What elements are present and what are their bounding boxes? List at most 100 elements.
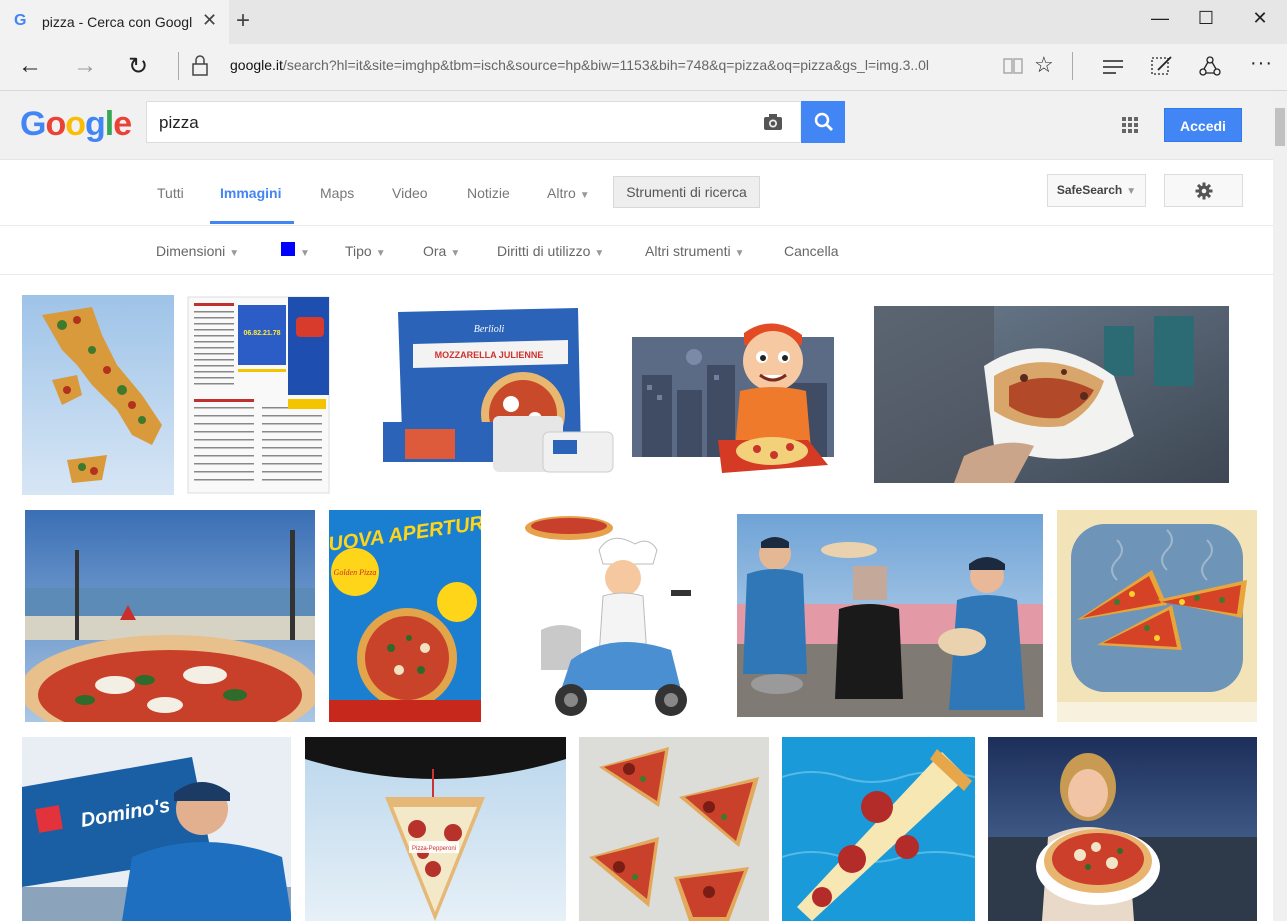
flyer-logo: Golden Pizza: [334, 568, 377, 577]
search-tools-button[interactable]: Strumenti di ricerca: [613, 176, 760, 208]
camera-icon[interactable]: [762, 111, 784, 133]
active-tab-indicator: [210, 221, 294, 224]
filter-altri-strumenti[interactable]: Altri strumenti ▼: [645, 243, 744, 259]
image-result[interactable]: [511, 510, 707, 722]
chevron-down-icon: ▼: [375, 248, 386, 259]
logo-letter: o: [65, 105, 86, 143]
new-tab-icon[interactable]: +: [236, 7, 250, 35]
search-input[interactable]: pizza: [146, 101, 800, 143]
pizza-menu-flyer-image: 06.82.21.78: [186, 295, 331, 495]
filter-diritti[interactable]: Diritti di utilizzo ▼: [497, 243, 604, 259]
pizza-air-freshener-image: Pizza-Pepperoni: [305, 737, 566, 921]
tab-maps[interactable]: Maps: [320, 185, 354, 201]
search-nav: Tutti Immagini Maps Video Notizie Altro ▼…: [0, 159, 1273, 226]
image-result[interactable]: [579, 737, 769, 921]
pizza-slices-photo-image: [579, 737, 769, 921]
google-logo[interactable]: Google: [20, 105, 132, 144]
image-result[interactable]: [782, 737, 975, 921]
url-field[interactable]: google.it/search?hl=it&site=imghp&tbm=is…: [230, 57, 990, 73]
hub-icon[interactable]: [1102, 58, 1124, 76]
pizza-pool-float-image: [782, 737, 975, 921]
back-icon[interactable]: ←: [10, 52, 50, 80]
filter-ora[interactable]: Ora ▼: [423, 243, 460, 259]
logo-letter: G: [20, 105, 46, 143]
search-query: pizza: [159, 113, 199, 132]
share-icon[interactable]: [1198, 54, 1222, 78]
toolbar-divider: [178, 52, 179, 80]
safesearch-dropdown[interactable]: SafeSearch ▼: [1047, 174, 1146, 207]
dominos-employee-photo-image: Domino's: [22, 737, 291, 921]
filter-ora-label: Ora: [423, 243, 447, 259]
flyer-phone-number: 06.82.21.78: [244, 330, 281, 337]
address-bar: ← → ↻ google.it/search?hl=it&site=imghp&…: [0, 44, 1287, 91]
color-filter-swatch[interactable]: [281, 242, 295, 256]
tab-altro-label: Altro: [547, 185, 576, 201]
page-scrollbar[interactable]: [1273, 91, 1287, 921]
forward-icon[interactable]: →: [65, 52, 105, 80]
pizza-slices-illustration-image: [1057, 510, 1257, 722]
logo-letter: l: [104, 105, 115, 143]
pizza-makers-photo-image: [737, 514, 1043, 717]
maximize-icon[interactable]: ☐: [1183, 8, 1229, 29]
more-icon[interactable]: ···: [1250, 52, 1273, 75]
tab-tutti[interactable]: Tutti: [157, 185, 184, 201]
air-freshener-label: Pizza-Pepperoni: [412, 846, 456, 852]
url-path: /search?hl=it&site=imghp&tbm=isch&source…: [282, 57, 930, 73]
google-favicon-icon: G: [14, 12, 27, 29]
minimize-icon[interactable]: —: [1137, 8, 1183, 29]
image-result[interactable]: NUOVA APERTURA Golden Pizza: [329, 510, 481, 722]
reading-view-icon[interactable]: [1002, 56, 1024, 76]
favorite-star-icon[interactable]: ☆: [1034, 52, 1054, 78]
image-result[interactable]: 06.82.21.78: [186, 295, 331, 495]
filter-tipo[interactable]: Tipo ▼: [345, 243, 386, 259]
safesearch-label: SafeSearch: [1056, 183, 1123, 197]
woman-holding-pizza-image: [988, 737, 1257, 921]
image-result[interactable]: Pizza-Pepperoni: [305, 737, 566, 921]
cartoon-delivery-boy-image: [632, 295, 834, 495]
chevron-down-icon: ▼: [300, 248, 310, 259]
image-result[interactable]: [22, 295, 174, 495]
refresh-icon[interactable]: ↻: [118, 52, 158, 81]
tab-immagini[interactable]: Immagini: [220, 185, 281, 201]
apps-grid-icon[interactable]: [1120, 115, 1140, 135]
filter-tipo-label: Tipo: [345, 243, 372, 259]
search-tools-bar: Dimensioni ▼ ▼ Tipo ▼ Ora ▼ Diritti di util…: [0, 226, 1273, 275]
nuova-apertura-flyer-image: NUOVA APERTURA Golden Pizza: [329, 510, 481, 722]
package-brand: Berlioli: [474, 324, 505, 335]
sign-in-button[interactable]: Accedi: [1164, 108, 1242, 142]
search-button[interactable]: [801, 101, 845, 143]
lock-icon: [192, 55, 208, 76]
chevron-down-icon: ▼: [450, 248, 461, 259]
window-close-icon[interactable]: ✕: [1237, 8, 1283, 29]
image-result[interactable]: Domino's: [22, 737, 291, 921]
logo-letter: o: [45, 105, 66, 143]
chevron-down-icon: ▼: [594, 248, 605, 259]
clear-filters-link[interactable]: Cancella: [784, 243, 838, 259]
image-result[interactable]: Berlioli MOZZARELLA JULIENNE: [343, 304, 619, 487]
image-result[interactable]: [737, 514, 1043, 717]
filter-diritti-label: Diritti di utilizzo: [497, 243, 591, 259]
image-result[interactable]: [1057, 510, 1257, 722]
web-note-icon[interactable]: [1150, 54, 1174, 78]
mozzarella-package-image: Berlioli MOZZARELLA JULIENNE: [343, 304, 619, 487]
image-result[interactable]: [632, 295, 834, 495]
color-filter-dropdown[interactable]: ▼: [296, 243, 310, 259]
chevron-down-icon: ▼: [229, 248, 240, 259]
url-host: google.it: [230, 57, 283, 73]
tab-close-icon[interactable]: ✕: [202, 10, 217, 31]
chevron-down-icon: ▼: [579, 190, 590, 201]
settings-button[interactable]: [1164, 174, 1243, 207]
filter-dimensioni[interactable]: Dimensioni ▼: [156, 243, 239, 259]
scrollbar-thumb[interactable]: [1275, 108, 1285, 146]
image-result[interactable]: [874, 306, 1229, 483]
filter-dimensioni-label: Dimensioni: [156, 243, 226, 259]
chevron-down-icon: ▼: [734, 248, 745, 259]
pizza-beach-image: [25, 510, 315, 722]
tab-video[interactable]: Video: [392, 185, 428, 201]
tab-altro[interactable]: Altro ▼: [547, 185, 590, 201]
image-result[interactable]: [988, 737, 1257, 921]
tab-notizie[interactable]: Notizie: [467, 185, 510, 201]
tab-title: pizza - Cerca con Googl: [42, 14, 193, 30]
browser-tab[interactable]: G pizza - Cerca con Googl ✕: [0, 0, 229, 44]
image-result[interactable]: [25, 510, 315, 722]
